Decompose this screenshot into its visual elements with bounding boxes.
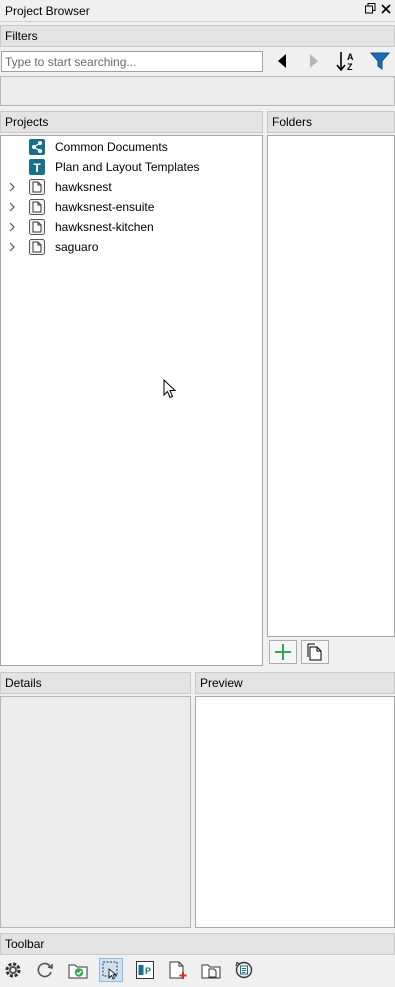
projects-header-label: Projects <box>5 115 49 129</box>
project-icon <box>29 199 45 215</box>
preview-header-label: Preview <box>200 676 243 690</box>
tree-item-hawksnest-kitchen[interactable]: hawksnest-kitchen <box>2 217 262 237</box>
tree-item-hawksnest-ensuite[interactable]: hawksnest-ensuite <box>2 197 262 217</box>
toolbar-header-label: Toolbar <box>5 937 45 951</box>
tree-item-label: Common Documents <box>55 140 168 154</box>
details-panel <box>0 696 191 928</box>
filter-button[interactable] <box>368 49 392 73</box>
sort-az-button[interactable]: A Z <box>335 49 359 73</box>
close-window-icon[interactable] <box>380 3 392 17</box>
share-icon <box>29 139 45 155</box>
tree-item-plan-layout-templates[interactable]: T Plan and Layout Templates <box>2 157 262 177</box>
back-arrow-button[interactable] <box>270 49 294 73</box>
tree-item-label: hawksnest <box>55 180 112 194</box>
projects-header: Projects <box>0 111 263 133</box>
new-document-button[interactable] <box>301 640 329 664</box>
forward-arrow-icon <box>310 54 318 68</box>
folder-document-icon[interactable] <box>200 959 222 981</box>
sort-az-icon: A Z <box>336 52 354 72</box>
tree-item-hawksnest[interactable]: hawksnest <box>2 177 262 197</box>
plus-icon <box>275 644 291 660</box>
tree-item-label: saguaro <box>55 240 99 254</box>
details-header: Details <box>0 672 191 694</box>
folders-header: Folders <box>267 111 395 133</box>
new-layout-icon[interactable] <box>167 959 189 981</box>
open-folder-check-icon[interactable] <box>67 959 89 981</box>
project-icon <box>29 179 45 195</box>
tree-item-label: Plan and Layout Templates <box>55 160 200 174</box>
window-title: Project Browser <box>5 4 90 18</box>
select-layout-icon[interactable] <box>99 958 123 982</box>
expand-chevron-icon[interactable] <box>8 241 16 253</box>
svg-text:P: P <box>145 966 151 976</box>
folders-header-label: Folders <box>272 115 313 129</box>
svg-text:Z: Z <box>347 62 353 72</box>
tree-item-label: hawksnest-ensuite <box>55 200 155 214</box>
restore-backup-icon[interactable] <box>233 959 255 981</box>
settings-gear-icon[interactable] <box>2 959 24 981</box>
restore-window-icon[interactable] <box>364 3 376 17</box>
svg-text:A: A <box>347 52 354 62</box>
filters-header-label: Filters <box>5 29 38 43</box>
svg-text:T: T <box>33 161 41 175</box>
details-header-label: Details <box>5 676 42 690</box>
filters-header: Filters <box>0 25 395 47</box>
plan-layout-icon[interactable]: P <box>134 959 156 981</box>
forward-arrow-button[interactable] <box>302 49 326 73</box>
mouse-cursor-icon <box>163 378 177 402</box>
project-icon <box>29 219 45 235</box>
tree-item-common-documents[interactable]: Common Documents <box>2 137 262 157</box>
filter-funnel-icon <box>369 52 391 70</box>
expand-chevron-icon[interactable] <box>8 201 16 213</box>
filter-tags-area <box>0 76 395 106</box>
preview-header: Preview <box>195 672 395 694</box>
document-icon <box>307 643 322 661</box>
back-arrow-icon <box>278 54 286 68</box>
template-icon: T <box>29 159 45 175</box>
refresh-icon[interactable] <box>34 959 56 981</box>
tree-item-label: hawksnest-kitchen <box>55 220 154 234</box>
project-icon <box>29 239 45 255</box>
expand-chevron-icon[interactable] <box>8 221 16 233</box>
expand-chevron-icon[interactable] <box>8 181 16 193</box>
folders-list[interactable] <box>267 135 395 637</box>
preview-panel <box>195 696 395 928</box>
toolbar-header: Toolbar <box>0 933 395 955</box>
projects-tree[interactable]: Common Documents T Plan and Layout Templ… <box>0 135 263 666</box>
window-titlebar: Project Browser <box>0 0 395 22</box>
search-input[interactable] <box>1 51 263 72</box>
add-folder-button[interactable] <box>269 640 297 664</box>
tree-item-saguaro[interactable]: saguaro <box>2 237 262 257</box>
